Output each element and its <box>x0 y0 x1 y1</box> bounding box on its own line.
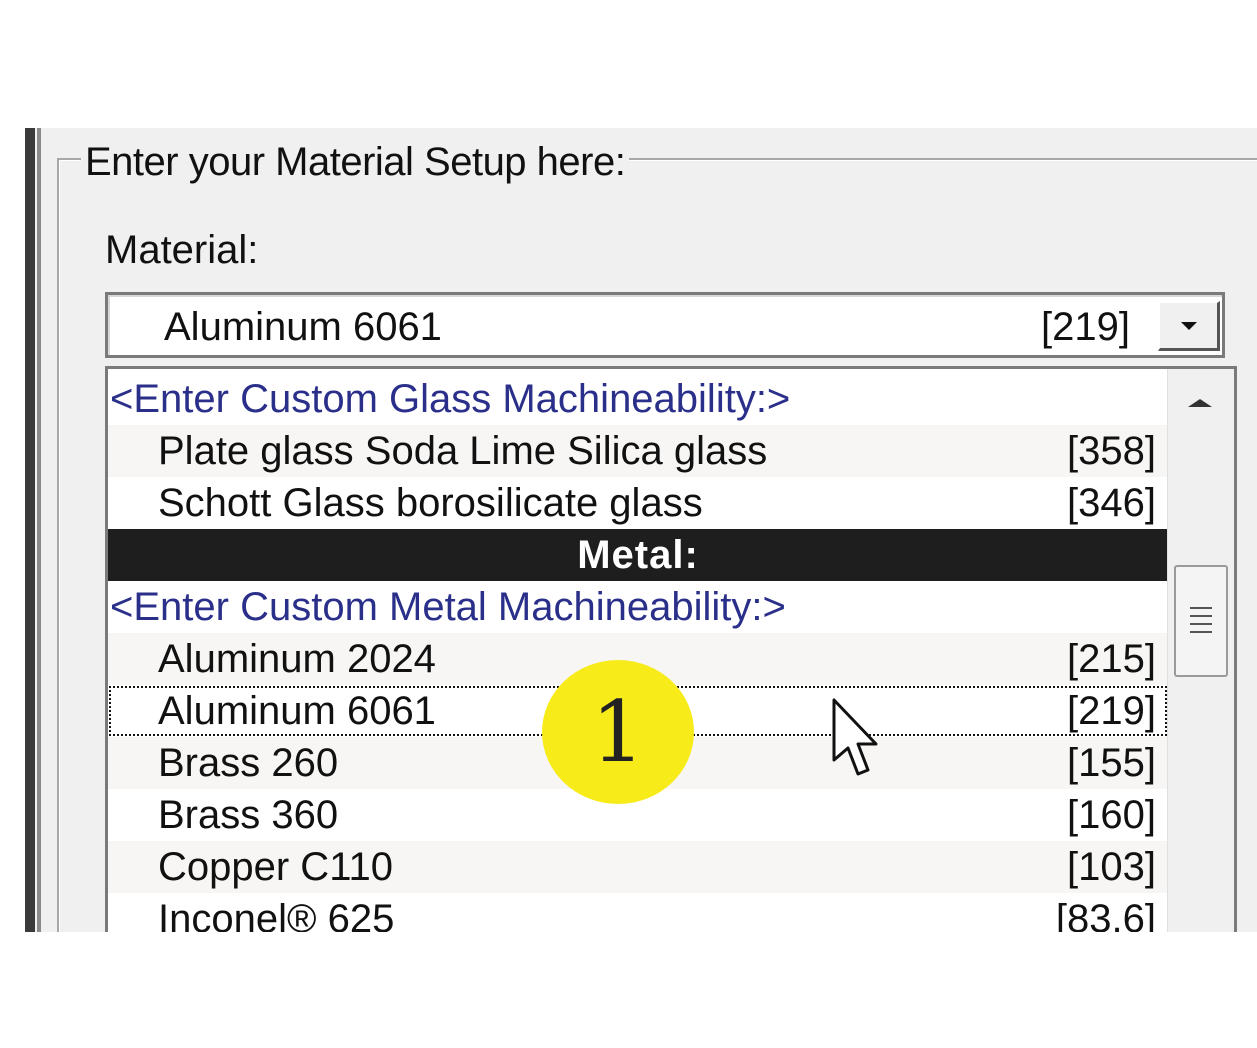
callout-marker: 1 <box>542 660 694 804</box>
list-item-name: Brass 360 <box>158 793 339 837</box>
list-item-code: [346] <box>1067 481 1156 525</box>
list-item-name: Schott Glass borosilicate glass <box>158 481 703 525</box>
thumb-grip-line <box>1190 631 1212 633</box>
material-label: Material: <box>105 228 259 272</box>
thumb-grip-line <box>1190 623 1212 625</box>
combo-selected-name: Aluminum 6061 <box>164 305 442 349</box>
list-item[interactable]: Copper C110 [103] <box>108 841 1168 893</box>
scroll-thumb[interactable] <box>1174 565 1228 677</box>
list-item-name: Aluminum 2024 <box>158 637 436 681</box>
window-left-edge-inner <box>37 128 41 932</box>
material-combobox[interactable]: Aluminum 6061 [219] <box>105 292 1225 358</box>
mouse-pointer-icon <box>832 698 878 776</box>
thumb-grip-line <box>1190 607 1212 609</box>
material-list-items: <Enter Custom Glass Machineability:> Plat… <box>108 373 1168 932</box>
list-item-name: Aluminum 6061 <box>158 689 436 733</box>
list-item[interactable]: Plate glass Soda Lime Silica glass [358] <box>108 425 1168 477</box>
dropdown-button[interactable] <box>1158 301 1220 351</box>
list-item-name: Brass 260 <box>158 741 339 785</box>
list-item-code: [83.6] <box>1055 897 1156 932</box>
window-left-edge <box>25 128 35 932</box>
list-item-code: [160] <box>1067 793 1156 837</box>
combo-selected-code: [219] <box>1041 305 1130 349</box>
list-custom-entry[interactable]: <Enter Custom Metal Machineability:> <box>108 581 1168 633</box>
list-item-code: [155] <box>1067 741 1156 785</box>
list-scrollbar[interactable] <box>1167 369 1234 932</box>
list-item-name: <Enter Custom Metal Machineability:> <box>110 585 786 629</box>
list-item-name: Inconel® 625 <box>158 897 395 932</box>
list-item-name: Copper C110 <box>158 845 393 889</box>
list-item[interactable]: Inconel® 625 [83.6] <box>108 893 1168 932</box>
list-item-code: [358] <box>1067 429 1156 473</box>
list-item-code: [103] <box>1067 845 1156 889</box>
list-item-code: [219] <box>1067 689 1156 733</box>
list-item-name: Metal: <box>577 533 699 577</box>
material-setup-dialog: Enter your Material Setup here: Material… <box>25 128 1257 932</box>
chevron-down-icon <box>1181 322 1197 330</box>
list-item-code: [215] <box>1067 637 1156 681</box>
list-category-header: Metal: <box>108 529 1168 581</box>
list-item-name: Plate glass Soda Lime Silica glass <box>158 429 768 473</box>
list-item-name: <Enter Custom Glass Machineability:> <box>110 377 791 421</box>
list-custom-entry[interactable]: <Enter Custom Glass Machineability:> <box>108 373 1168 425</box>
scroll-up-arrow-icon[interactable] <box>1188 399 1212 407</box>
list-item[interactable]: Schott Glass borosilicate glass [346] <box>108 477 1168 529</box>
thumb-grip-line <box>1190 615 1212 617</box>
groupbox-title: Enter your Material Setup here: <box>81 138 630 186</box>
material-dropdown-list[interactable]: <Enter Custom Glass Machineability:> Plat… <box>105 366 1237 932</box>
